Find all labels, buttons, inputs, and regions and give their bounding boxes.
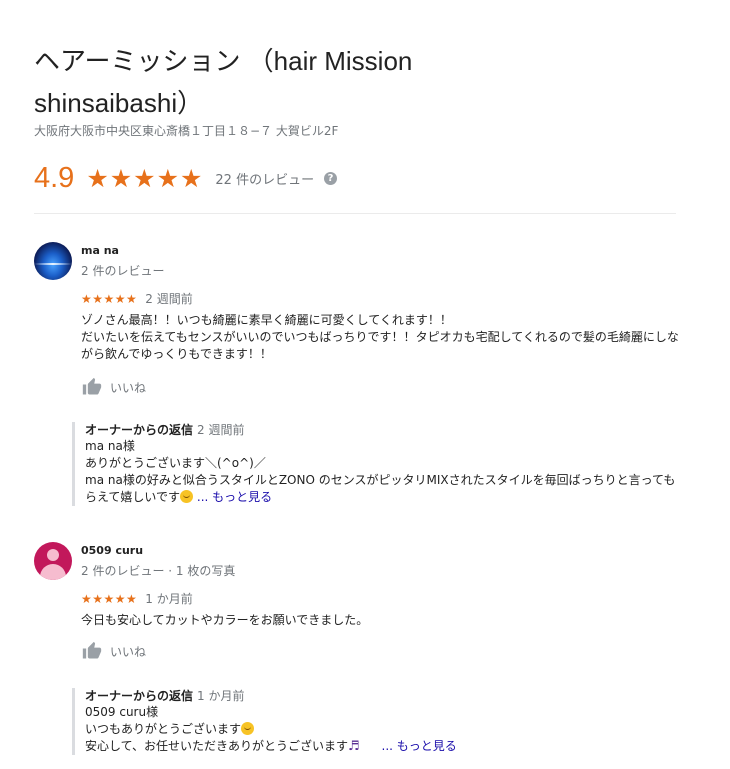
- divider: [34, 213, 676, 214]
- like-label: いいね: [110, 380, 147, 395]
- like-label: いいね: [110, 644, 147, 659]
- owner-reply-label: オーナーからの返信: [85, 423, 194, 437]
- like-button[interactable]: いいね: [81, 376, 146, 398]
- reviewer-name[interactable]: 0509 curu: [81, 544, 143, 557]
- music-note-icon: ♬: [348, 739, 360, 754]
- review-rating: ★★★★★ 1 か月前: [81, 590, 193, 607]
- owner-reply-line: ma na様: [85, 439, 135, 453]
- review-rating: ★★★★★ 2 週間前: [81, 290, 193, 307]
- reviewer-name[interactable]: ma na: [81, 244, 119, 257]
- thumbs-up-icon: [81, 640, 103, 662]
- help-icon[interactable]: ?: [324, 171, 338, 185]
- reviewer-meta: 2 件のレビュー · 1 枚の写真: [81, 564, 236, 578]
- smile-emoji-icon: [180, 490, 194, 503]
- business-address: 大阪府大阪市中央区東心斎橋１丁目１８−７ 大賀ビル2F: [34, 124, 339, 138]
- more-link[interactable]: ... もっと見る: [197, 490, 272, 504]
- review-date: 1 か月前: [145, 592, 193, 606]
- review-text: 今日も安心してカットやカラーをお願いできました。: [81, 613, 369, 627]
- owner-reply-body: 安心して、お任せいただきありがとうございます♬ ... もっと見る: [85, 738, 684, 755]
- owner-reply-date: 2 週間前: [197, 423, 245, 437]
- avatar-head: [47, 549, 59, 561]
- thumbs-up-icon: [81, 376, 103, 398]
- avatar-body: [40, 564, 66, 580]
- like-button[interactable]: いいね: [81, 640, 146, 662]
- avatar[interactable]: [34, 542, 72, 580]
- owner-reply: オーナーからの返信 2 週間前 ma na様 ありがとうございます＼(^o^)／ …: [72, 422, 684, 506]
- review-item: 0509 curu 2 件のレビュー · 1 枚の写真 ★★★★★ 1 か月前 …: [34, 542, 684, 769]
- owner-reply-line: 0509 curu様: [85, 705, 159, 719]
- rating-stars: ★★★★★: [86, 163, 204, 193]
- rating-score: 4.9: [34, 161, 75, 194]
- review-text: ゾノさん最高！！いつも綺麗に素早く綺麗に可愛くしてくれます！！ だいたいを伝えて…: [81, 313, 679, 361]
- avatar[interactable]: [34, 242, 72, 280]
- review-item: ma na 2 件のレビュー ★★★★★ 2 週間前 ゾノさん最高！！いつも綺麗…: [34, 242, 684, 517]
- owner-reply-body: いつもありがとうございます: [85, 721, 684, 738]
- review-count-link[interactable]: 22 件のレビュー: [215, 169, 314, 188]
- owner-reply-line: ありがとうございます＼(^o^)／: [85, 456, 266, 470]
- owner-reply: オーナーからの返信 1 か月前 0509 curu様 いつもありがとうございます …: [72, 688, 684, 755]
- owner-reply-line: いつもありがとうございます: [85, 722, 242, 736]
- review-date: 2 週間前: [145, 292, 193, 306]
- business-name: ヘアーミッション （hair Mission shinsaibashi）: [34, 46, 413, 118]
- owner-reply-body: ma na様の好みと似合うスタイルとZONO のセンスがピッタリMIXされたスタ…: [85, 472, 684, 506]
- reviewer-meta: 2 件のレビュー: [81, 264, 165, 278]
- smile-emoji-icon: [241, 722, 255, 735]
- owner-reply-label: オーナーからの返信: [85, 689, 194, 703]
- owner-reply-date: 1 か月前: [197, 689, 245, 703]
- more-link[interactable]: ... もっと見る: [382, 739, 457, 753]
- owner-reply-line: 安心して、お任せいただきありがとうございます: [85, 739, 349, 753]
- review-stars: ★★★★★: [81, 291, 138, 306]
- owner-reply-line: ma na様の好みと似合うスタイルとZONO のセンスがピッタリMIXされたスタ…: [85, 473, 676, 504]
- rating-summary: 4.9 ★★★★★ 22 件のレビュー ?: [34, 158, 338, 198]
- review-stars: ★★★★★: [81, 591, 138, 606]
